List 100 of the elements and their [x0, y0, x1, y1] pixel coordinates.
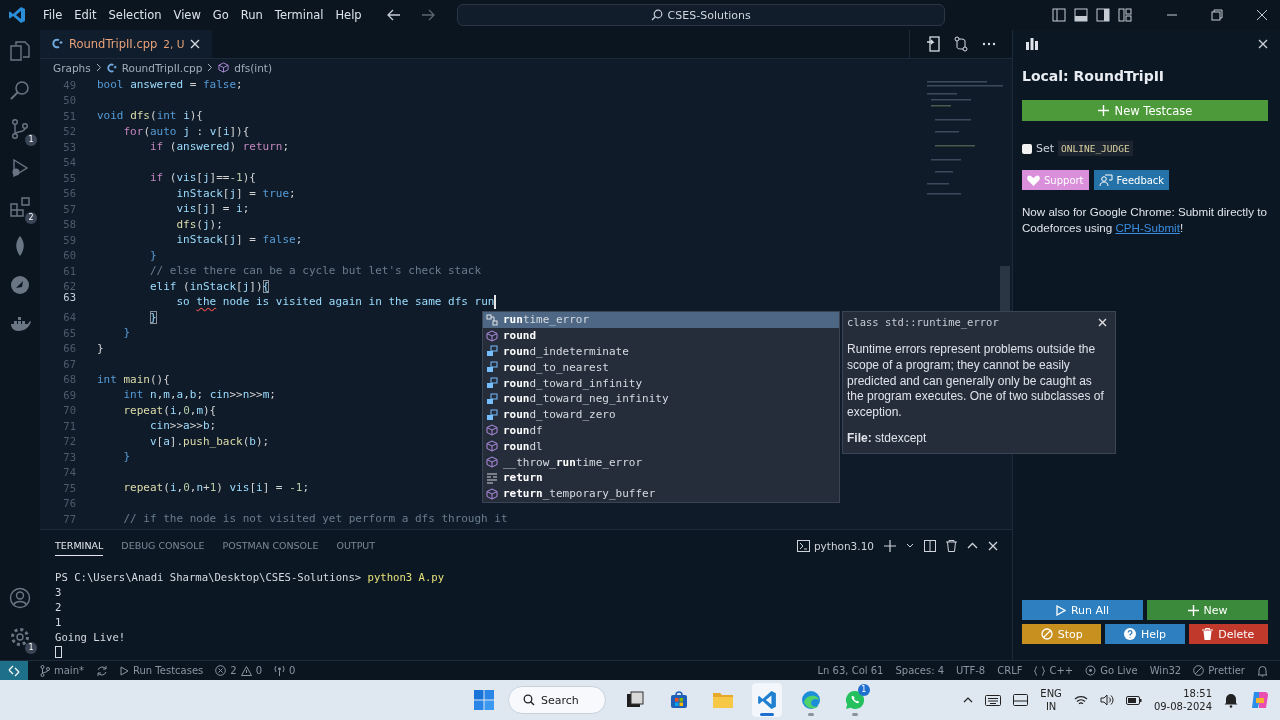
- command-center[interactable]: CSES-Solutions: [456, 4, 945, 26]
- chevron-up-icon[interactable]: [963, 697, 974, 703]
- input-language[interactable]: ENG IN: [1040, 687, 1062, 713]
- breadcrumb[interactable]: dfs(int): [234, 61, 273, 74]
- checkbox[interactable]: [1022, 143, 1032, 154]
- restore-icon[interactable]: [1211, 9, 1223, 21]
- breadcrumb[interactable]: Graphs: [53, 61, 91, 74]
- files-icon[interactable]: [9, 40, 31, 62]
- suggestion-item[interactable]: round_toward_infinity: [483, 375, 839, 391]
- add-terminal-icon[interactable]: [884, 539, 896, 552]
- action-button[interactable]: New: [1147, 600, 1268, 620]
- clock[interactable]: 18:51 09-08-2024: [1153, 687, 1212, 713]
- suggestion-item[interactable]: round_to_nearest: [483, 359, 839, 376]
- language-mode[interactable]: C++: [1034, 665, 1074, 676]
- go-live-button[interactable]: Go Live: [1085, 665, 1138, 676]
- assistant-icon[interactable]: [1250, 690, 1270, 710]
- close-icon[interactable]: [988, 540, 998, 551]
- suggestion-item[interactable]: return: [483, 469, 839, 486]
- menu-item[interactable]: Help: [330, 5, 367, 25]
- menu-item[interactable]: Go: [207, 5, 234, 25]
- split-terminal-icon[interactable]: [924, 539, 936, 552]
- code-editor-icon[interactable]: [756, 690, 777, 710]
- prettier-status[interactable]: Prettier: [1193, 665, 1245, 676]
- search-icon[interactable]: [9, 79, 31, 101]
- checkbox-label: Set: [1036, 142, 1055, 155]
- panel-tab[interactable]: DEBUG CONSOLE: [121, 535, 205, 556]
- extensions-icon[interactable]: [9, 196, 31, 218]
- indentation-status[interactable]: Spaces: 4: [895, 665, 945, 676]
- browser-icon[interactable]: [800, 690, 821, 710]
- close-icon[interactable]: [1098, 317, 1107, 327]
- suggestion-item[interactable]: roundf: [483, 422, 839, 439]
- layout-icon[interactable]: [1118, 8, 1132, 22]
- chat-icon[interactable]: [844, 690, 865, 710]
- editor-tab[interactable]: RoundTripII.cpp 2, U: [40, 30, 213, 58]
- close-icon[interactable]: [1258, 39, 1268, 49]
- suggestion-item[interactable]: round_indeterminate: [483, 343, 839, 360]
- run-testcases-button[interactable]: Run Testcases: [120, 665, 204, 676]
- remote-button[interactable]: [0, 660, 28, 681]
- encoding-status[interactable]: UTF-8: [956, 665, 986, 676]
- sidebar-toggle-icon[interactable]: [1052, 8, 1066, 22]
- close-icon[interactable]: [190, 38, 201, 49]
- suggestion-item[interactable]: round_toward_zero: [483, 406, 839, 423]
- battery-icon[interactable]: [1125, 695, 1142, 705]
- action-button[interactable]: Help: [1105, 624, 1185, 644]
- run-file-icon[interactable]: [926, 35, 940, 52]
- search-box[interactable]: Search: [508, 686, 606, 714]
- secondary-sidebar-icon[interactable]: [1096, 8, 1110, 22]
- terminal-selector[interactable]: python3.10: [796, 539, 874, 552]
- maximize-panel-icon[interactable]: [967, 542, 978, 550]
- wifi-icon[interactable]: [1073, 694, 1088, 706]
- account-icon[interactable]: [9, 587, 31, 609]
- suggestion-item[interactable]: return_temporary_buffer: [483, 485, 839, 502]
- task-view-icon[interactable]: [624, 690, 645, 710]
- suggestion-item[interactable]: round_toward_neg_infinity: [483, 391, 839, 407]
- bell-icon[interactable]: [1257, 664, 1268, 677]
- action-button[interactable]: Delete: [1188, 624, 1268, 644]
- line-number: 60: [62, 249, 76, 262]
- suggestion-item[interactable]: round: [483, 327, 839, 344]
- line-ending-status[interactable]: CRLF: [997, 665, 1023, 676]
- menu-item[interactable]: View: [168, 5, 206, 25]
- sync-icon[interactable]: [96, 664, 108, 677]
- start-icon[interactable]: [474, 690, 494, 710]
- feedback-button[interactable]: Feedback: [1093, 170, 1170, 190]
- ports-status[interactable]: 0: [274, 665, 296, 676]
- notification-bell-icon[interactable]: [1224, 692, 1238, 708]
- suggestion-item[interactable]: __throw_runtime_error: [483, 454, 839, 470]
- breadcrumb[interactable]: RoundTripII.cpp: [121, 61, 203, 74]
- menu-item[interactable]: Edit: [69, 5, 102, 25]
- back-arrow-icon[interactable]: [386, 9, 401, 21]
- suggestion-item[interactable]: roundl: [483, 438, 839, 455]
- platform-status[interactable]: Win32: [1149, 665, 1182, 676]
- panel-tab[interactable]: TERMINAL: [55, 535, 104, 556]
- code-line: int n,m,a,b; cin>>n>>m;: [122, 388, 276, 402]
- menu-item[interactable]: Run: [235, 5, 268, 25]
- new-testcase-button[interactable]: New Testcase: [1022, 100, 1268, 121]
- branch-status[interactable]: main*: [40, 664, 84, 677]
- compare-changes-icon[interactable]: [953, 35, 969, 52]
- store-icon[interactable]: [668, 690, 689, 710]
- more-actions-icon[interactable]: [982, 41, 996, 46]
- menu-item[interactable]: File: [38, 5, 68, 25]
- keyboard-icon[interactable]: [985, 694, 1002, 706]
- menu-item[interactable]: Selection: [103, 5, 167, 25]
- action-button[interactable]: Run All: [1022, 600, 1143, 620]
- problems-status[interactable]: 2 0: [215, 665, 262, 676]
- forward-arrow-icon[interactable]: [420, 9, 435, 21]
- cph-submit-link[interactable]: CPH-Submit: [1115, 220, 1180, 234]
- volume-icon[interactable]: [1099, 694, 1114, 706]
- dropdown-icon[interactable]: [906, 542, 914, 549]
- bar-chart-icon[interactable]: [1025, 38, 1039, 50]
- source-control-icon[interactable]: [9, 118, 31, 140]
- trash-icon[interactable]: [946, 539, 957, 552]
- close-icon[interactable]: [1256, 9, 1268, 21]
- panel-toggle-icon[interactable]: [1074, 8, 1088, 22]
- panel-tab[interactable]: POSTMAN CONSOLE: [222, 535, 319, 556]
- menu-item[interactable]: Terminal: [269, 5, 329, 25]
- cursor-position[interactable]: Ln 63, Col 61: [817, 665, 884, 676]
- settings-icon[interactable]: [9, 626, 31, 648]
- panel-tab[interactable]: OUTPUT: [336, 535, 376, 556]
- suggestion-item[interactable]: runtime_error: [483, 312, 839, 328]
- display-icon[interactable]: [1013, 694, 1029, 706]
